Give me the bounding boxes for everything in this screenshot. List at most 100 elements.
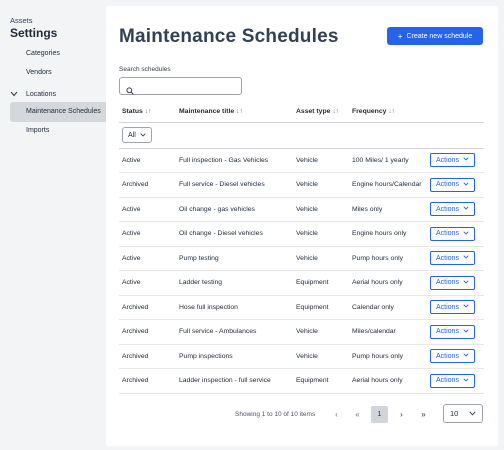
create-schedule-button[interactable]: + Create new schedule xyxy=(387,27,483,45)
status-cell: Archived xyxy=(119,344,176,369)
title-cell: Oil change - Diesel vehicles xyxy=(176,221,293,247)
status-cell: Active xyxy=(119,197,176,222)
chevron-down-icon xyxy=(463,280,469,286)
sort-icon: ↓↑ xyxy=(388,108,396,116)
create-schedule-label: Create new schedule xyxy=(406,32,473,40)
actions-cell: Actions xyxy=(427,295,484,320)
title-cell: Ladder testing xyxy=(176,270,293,296)
status-cell: Active xyxy=(119,221,176,247)
first-page-button[interactable]: « xyxy=(349,406,366,423)
column-header-actions xyxy=(427,102,484,123)
actions-label: Actions xyxy=(436,205,459,213)
pagination-info: Showing 1 to 10 of 10 items xyxy=(235,411,316,418)
title-cell: Hose full inspection xyxy=(176,295,293,320)
search-input[interactable] xyxy=(138,79,238,93)
actions-button[interactable]: Actions xyxy=(430,324,475,339)
sidebar-section-label: Assets xyxy=(10,16,33,25)
main-panel: Maintenance Schedules + Create new sched… xyxy=(106,6,498,446)
actions-button[interactable]: Actions xyxy=(430,202,475,217)
asset-type-cell: Equipment xyxy=(293,368,349,394)
page-size-select[interactable]: 10 xyxy=(443,404,483,423)
actions-label: Actions xyxy=(436,352,459,360)
column-header-asset-type[interactable]: Asset type ↓↑ xyxy=(293,102,349,123)
frequency-cell: Engine hours/Calendar xyxy=(349,172,427,198)
chevron-down-icon xyxy=(463,182,469,188)
sidebar-item-vendors[interactable]: Vendors xyxy=(26,69,52,76)
sidebar-group-label: Locations xyxy=(26,90,56,98)
table-row: Archived Hose full inspection Equipment Cal… xyxy=(119,295,484,320)
actions-cell: Actions xyxy=(427,246,484,271)
title-cell: Pump testing xyxy=(176,246,293,271)
next-page-button[interactable]: › xyxy=(393,406,410,423)
actions-label: Actions xyxy=(436,279,459,287)
search-label: Search schedules xyxy=(119,66,171,73)
chevron-down-icon xyxy=(463,157,469,163)
status-cell: Active xyxy=(119,270,176,296)
status-cell: Archived xyxy=(119,319,176,345)
chevron-down-icon xyxy=(463,231,469,237)
column-header-title[interactable]: Maintenance title ↓↑ xyxy=(176,102,293,123)
status-cell: Archived xyxy=(119,295,176,320)
sidebar-item-categories[interactable]: Categories xyxy=(26,50,60,57)
title-cell: Ladder inspection - full service xyxy=(176,368,293,394)
chevron-down-icon xyxy=(140,132,146,139)
table-row: Archived Full service - Diesel vehicles Ve… xyxy=(119,172,484,198)
actions-button[interactable]: Actions xyxy=(430,177,475,192)
column-header-frequency[interactable]: Frequency ↓↑ xyxy=(349,102,427,123)
frequency-cell: 100 Miles/ 1 yearly xyxy=(349,148,427,173)
actions-button[interactable]: Actions xyxy=(430,226,475,241)
table-row: Active Oil change - Diesel vehicles Vehicl… xyxy=(119,221,484,247)
sidebar-item-maintenance-schedules[interactable]: Maintenance Schedules xyxy=(10,102,106,122)
frequency-cell: Miles/calendar xyxy=(349,319,427,345)
asset-type-cell: Vehicle xyxy=(293,221,349,247)
page-1-button[interactable]: 1 xyxy=(371,406,388,423)
chevron-down-icon xyxy=(469,409,476,418)
asset-type-cell: Vehicle xyxy=(293,246,349,271)
filter-row: All xyxy=(119,122,484,149)
pagination: Showing 1 to 10 of 10 items ‹ « 1 › » 10 xyxy=(106,404,498,424)
actions-cell: Actions xyxy=(427,319,484,345)
table-row: Archived Pump inspections Vehicle Pump hour… xyxy=(119,344,484,369)
actions-cell: Actions xyxy=(427,148,484,173)
sidebar-group-locations[interactable]: Locations xyxy=(10,88,56,100)
status-filter-select[interactable]: All xyxy=(122,127,152,143)
sort-icon: ↓↑ xyxy=(236,108,243,116)
chevron-down-icon xyxy=(463,206,469,212)
asset-type-cell: Vehicle xyxy=(293,197,349,222)
actions-button[interactable]: Actions xyxy=(430,153,475,168)
asset-type-cell: Vehicle xyxy=(293,319,349,345)
actions-button[interactable]: Actions xyxy=(430,349,475,364)
chevron-down-icon xyxy=(463,329,469,335)
frequency-cell: Pump hours only xyxy=(349,344,427,369)
title-cell: Oil change - gas vehicles xyxy=(176,197,293,222)
last-page-button[interactable]: » xyxy=(415,406,432,423)
prev-page-button[interactable]: ‹ xyxy=(328,406,345,423)
sidebar-title: Settings xyxy=(10,26,58,40)
table-row: Active Full inspection - Gas Vehicles Vehi… xyxy=(119,148,484,173)
actions-cell: Actions xyxy=(427,368,484,394)
actions-button[interactable]: Actions xyxy=(430,275,475,290)
frequency-cell: Engine hours only xyxy=(349,221,427,247)
chevron-down-icon xyxy=(463,304,469,310)
actions-label: Actions xyxy=(436,230,459,238)
sidebar-item-imports[interactable]: Imports xyxy=(26,127,49,134)
actions-label: Actions xyxy=(436,254,459,262)
actions-label: Actions xyxy=(436,377,459,385)
sort-icon: ↓↑ xyxy=(332,108,340,116)
chevron-down-icon xyxy=(10,90,20,99)
chevron-down-icon xyxy=(463,378,469,384)
title-cell: Pump inspections xyxy=(176,344,293,369)
actions-button[interactable]: Actions xyxy=(430,373,475,388)
sidebar: Assets Settings Categories Vendors Locat… xyxy=(0,0,106,450)
actions-cell: Actions xyxy=(427,197,484,222)
status-cell: Active xyxy=(119,148,176,173)
search-box[interactable] xyxy=(119,77,242,95)
sort-icon: ↓↑ xyxy=(144,108,152,116)
schedules-table: Status ↓↑ Maintenance title ↓↑ Asset type ↓… xyxy=(119,102,484,394)
table-row: Archived Ladder inspection - full service… xyxy=(119,368,484,394)
actions-button[interactable]: Actions xyxy=(430,300,475,315)
actions-button[interactable]: Actions xyxy=(430,251,475,266)
frequency-cell: Aerial hours only xyxy=(349,368,427,394)
frequency-cell: Pump hours only xyxy=(349,246,427,271)
column-header-status[interactable]: Status ↓↑ xyxy=(119,102,176,123)
